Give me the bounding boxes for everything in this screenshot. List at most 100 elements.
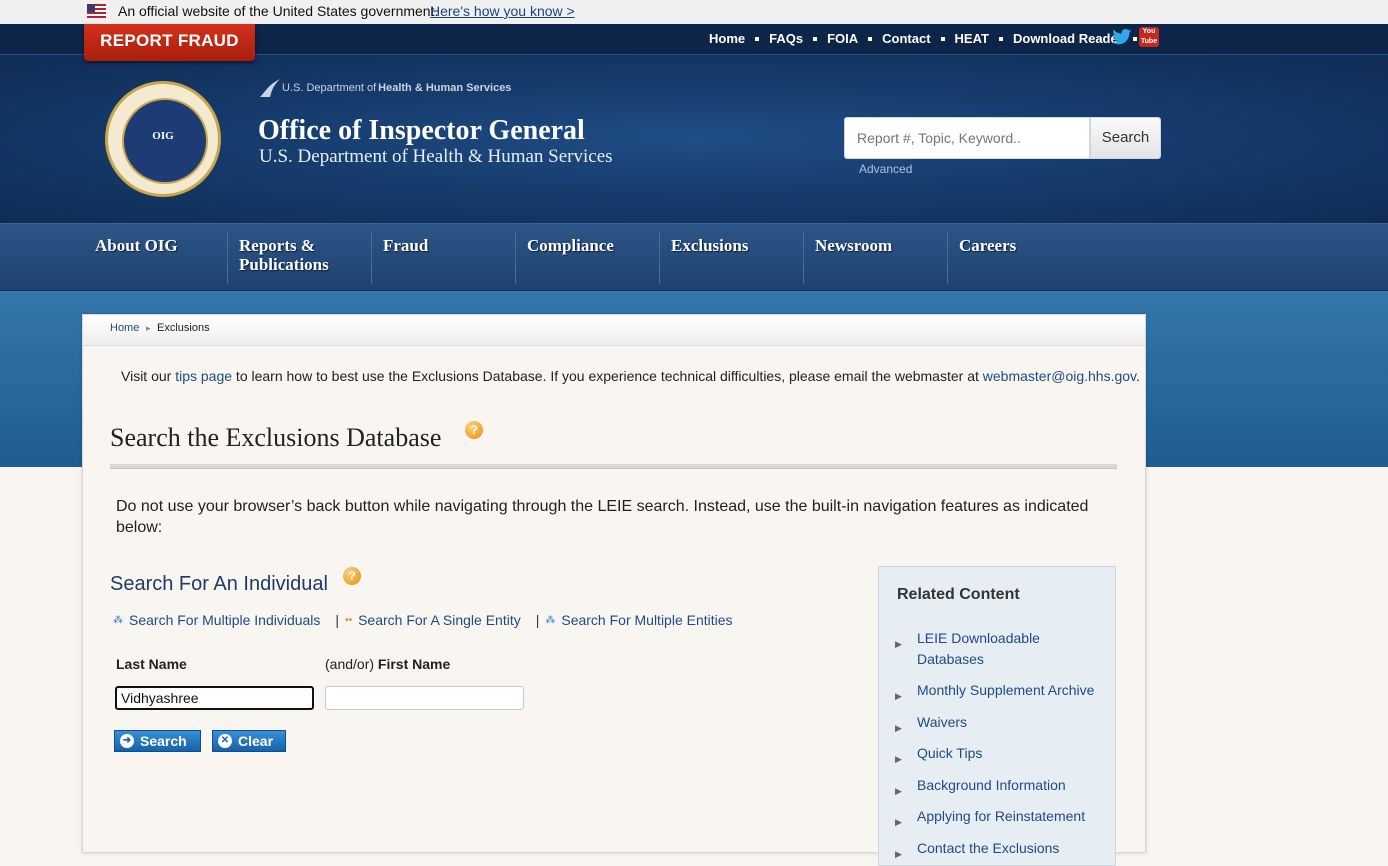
and-or-prefix: (and/or) (325, 656, 375, 672)
utility-nav: Home FAQs FOIA Contact HEAT Download Rea… (709, 31, 1147, 46)
nav-exclusions[interactable]: Exclusions (671, 236, 748, 255)
related-link-label: LEIE Downloadable Databases (917, 630, 1040, 667)
related-background-info-link[interactable]: ▶ Background Information (895, 775, 1095, 796)
related-link-label: Applying for Reinstatement (917, 808, 1086, 824)
multiple-individuals-icon: ⁂ (113, 614, 123, 626)
webmaster-email-link[interactable]: webmaster@oig.hhs.gov (983, 368, 1136, 384)
breadcrumb-home-link[interactable]: Home (110, 322, 139, 334)
arrow-right-icon: ➜ (120, 734, 134, 748)
last-name-label: Last Name (116, 656, 187, 672)
link-separator: | (535, 612, 540, 628)
alternate-search-links: ⁂ Search For Multiple Individuals | •• S… (113, 612, 733, 628)
related-reinstatement-link[interactable]: ▶ Applying for Reinstatement (895, 806, 1095, 827)
utility-home-link[interactable]: Home (709, 31, 745, 46)
utility-faqs-link[interactable]: FAQs (769, 31, 803, 46)
site-subtitle: U.S. Department of Health & Human Servic… (259, 146, 613, 167)
nav-dot (755, 36, 760, 41)
search-multiple-individuals-link[interactable]: Search For Multiple Individuals (129, 612, 320, 628)
nav-newsroom[interactable]: Newsroom (815, 236, 892, 255)
bullet-icon: ▶ (895, 849, 902, 859)
nav-divider (515, 232, 516, 284)
nav-careers[interactable]: Careers (959, 236, 1016, 255)
tips-middle: to learn how to best use the Exclusions … (232, 368, 983, 384)
help-icon[interactable]: ? (343, 567, 361, 585)
how-you-know-link[interactable]: Here's how you know > (430, 3, 575, 19)
site-title[interactable]: Office of Inspector General (258, 115, 585, 147)
single-entity-icon: •• (345, 614, 353, 626)
us-flag-icon (87, 4, 106, 18)
hhs-logo-line: U.S. Department of Health & Human Servic… (258, 77, 511, 99)
advanced-search-link[interactable]: Advanced (859, 162, 912, 176)
related-link-label: Waivers (917, 714, 968, 730)
last-name-field[interactable] (115, 686, 314, 710)
clear-button-label: Clear (238, 733, 274, 749)
related-monthly-supplement-link[interactable]: ▶ Monthly Supplement Archive (895, 680, 1095, 701)
help-icon[interactable]: ? (465, 421, 483, 439)
bullet-icon: ▶ (895, 639, 902, 649)
site-search-input[interactable] (844, 117, 1090, 159)
breadcrumb-separator: ▸ (146, 323, 151, 333)
youtube-icon[interactable]: You Tube (1139, 27, 1159, 47)
related-content-title: Related Content (897, 586, 1020, 603)
search-multiple-entities-link[interactable]: Search For Multiple Entities (561, 612, 732, 628)
related-leie-databases-link[interactable]: ▶ LEIE Downloadable Databases (895, 628, 1095, 670)
gov-banner: An official website of the United States… (0, 0, 1388, 24)
first-name-field[interactable] (325, 686, 524, 710)
related-waivers-link[interactable]: ▶ Waivers (895, 712, 1095, 733)
twitter-icon[interactable] (1112, 28, 1132, 46)
nav-dot (1132, 36, 1137, 41)
utility-contact-link[interactable]: Contact (882, 31, 930, 46)
breadcrumb: Home ▸ Exclusions (83, 315, 1145, 346)
link-separator: | (335, 612, 340, 628)
first-name-label: First Name (377, 656, 451, 672)
hhs-prefix: U.S. Department of (282, 82, 377, 94)
page-title: Search the Exclusions Database (110, 423, 442, 452)
bullet-icon: ▶ (895, 691, 902, 701)
nav-divider (803, 232, 804, 284)
tips-text: Visit our tips page to learn how to best… (121, 368, 1140, 384)
utility-foia-link[interactable]: FOIA (827, 31, 858, 46)
report-fraud-button[interactable]: REPORT FRAUD (84, 24, 255, 61)
related-link-label: Background Information (917, 777, 1066, 793)
hhs-eagle-icon (260, 79, 280, 97)
site-search-button[interactable]: Search (1090, 117, 1161, 159)
nav-reports-publications[interactable]: Reports & Publications (239, 236, 359, 274)
tips-after: . (1136, 368, 1140, 384)
bullet-icon: ▶ (895, 754, 902, 764)
related-quick-tips-link[interactable]: ▶ Quick Tips (895, 743, 1095, 764)
nav-divider (659, 232, 660, 284)
utility-download-reader-link[interactable]: Download Reader (1013, 31, 1123, 46)
bullet-icon: ▶ (895, 817, 902, 827)
individual-search-heading: Search For An Individual (110, 573, 328, 595)
breadcrumb-current: Exclusions (157, 322, 210, 334)
search-button-label: Search (140, 733, 187, 749)
seal-text: OIG (152, 130, 174, 142)
nav-dot (813, 36, 818, 41)
hhs-bold: Health & Human Services (378, 82, 512, 94)
gov-banner-text: An official website of the United States… (118, 3, 439, 19)
search-single-entity-link[interactable]: Search For A Single Entity (358, 612, 521, 628)
related-content-panel: Related Content ▶ LEIE Downloadable Datab… (878, 566, 1116, 866)
nav-fraud[interactable]: Fraud (383, 236, 428, 255)
related-link-label: Contact the Exclusions (917, 840, 1060, 856)
utility-heat-link[interactable]: HEAT (955, 31, 989, 46)
oig-seal-logo[interactable]: OIG (105, 81, 221, 197)
nav-dot (868, 36, 873, 41)
clear-button[interactable]: ✕ Clear (212, 730, 286, 752)
search-button[interactable]: ➜ Search (114, 730, 201, 752)
tips-page-link[interactable]: tips page (175, 368, 232, 384)
multiple-entities-icon: ⁂ (545, 614, 556, 626)
nav-dot (998, 36, 1003, 41)
title-divider (110, 464, 1117, 469)
nav-divider (371, 232, 372, 284)
related-link-label: Quick Tips (917, 745, 983, 761)
nav-compliance[interactable]: Compliance (527, 236, 614, 255)
bullet-icon: ▶ (895, 786, 902, 796)
nav-dot (940, 36, 945, 41)
nav-about-oig[interactable]: About OIG (95, 236, 178, 255)
main-nav: About OIG Reports & Publications Fraud C… (0, 223, 1388, 292)
tips-before: Visit our (121, 368, 176, 384)
related-link-label: Monthly Supplement Archive (917, 682, 1095, 698)
related-contact-exclusions-link[interactable]: ▶ Contact the Exclusions (895, 838, 1095, 859)
nav-divider (227, 232, 228, 284)
